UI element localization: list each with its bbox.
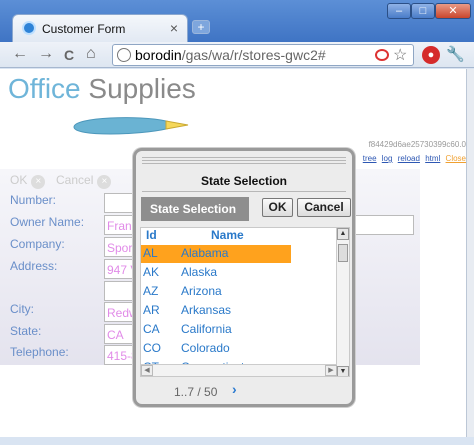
back-arrow-icon[interactable]: ← (12, 45, 28, 63)
table-row[interactable]: CA California (141, 321, 291, 339)
state-name: Alaska (181, 265, 218, 279)
dialog-ok-button[interactable]: OK (262, 198, 293, 217)
pager-text: 1..7 / 50 (174, 385, 218, 399)
state-name: Arizona (181, 284, 222, 298)
state-id: AK (143, 265, 160, 279)
state-name: Colorado (181, 341, 230, 355)
table-vertical-scrollbar[interactable]: ▲ ▼ (336, 228, 349, 376)
globe-icon (117, 48, 131, 62)
forward-arrow-icon[interactable]: → (38, 45, 54, 63)
telephone-label: Telephone: (10, 345, 69, 359)
tab-title: Customer Form (42, 22, 126, 36)
number-field[interactable] (104, 193, 136, 213)
scroll-right-icon[interactable]: ▶ (325, 365, 337, 376)
form-ok-button[interactable]: OK × (10, 173, 46, 189)
scroll-thumb[interactable] (338, 244, 348, 262)
page-scrollbar[interactable] (466, 69, 474, 437)
state-selection-dialog: State Selection State Selection OK Cance… (133, 148, 355, 407)
address-line2-field[interactable] (104, 281, 136, 301)
dialog-grip[interactable] (142, 157, 346, 158)
company-field[interactable]: Sport (104, 237, 136, 257)
dev-link-html[interactable]: html (425, 154, 440, 163)
bookmark-star-icon[interactable]: ☆ (393, 45, 407, 65)
extension-icon[interactable]: ● (422, 46, 440, 64)
dialog-grip-line (142, 160, 346, 161)
office-supplies-logo: Office Supplies (8, 73, 196, 104)
fountain-pen-icon (73, 117, 189, 135)
home-icon[interactable]: ⌂ (86, 45, 96, 63)
owner-name-field-2[interactable] (354, 215, 414, 235)
company-label: Company: (10, 237, 65, 251)
close-window-button[interactable]: ✕ (435, 3, 471, 19)
owner-name-field[interactable]: Frank (104, 215, 136, 235)
address-field[interactable]: 947 V (104, 259, 136, 279)
dialog-title: State Selection (200, 174, 288, 188)
state-label: State: (10, 324, 42, 338)
table-row[interactable]: AK Alaska (141, 264, 291, 282)
table-row[interactable]: AZ Arizona (141, 283, 291, 301)
table-row[interactable]: CO Colorado (141, 340, 291, 358)
table-row[interactable]: AR Arkansas (141, 302, 291, 320)
dev-link-log[interactable]: log (382, 154, 393, 163)
column-header-id[interactable]: Id (146, 228, 157, 243)
maximize-button[interactable]: □ (411, 3, 435, 19)
tab-close-icon[interactable]: × (170, 20, 178, 36)
dialog-cancel-button[interactable]: Cancel (297, 198, 351, 217)
scroll-down-icon[interactable]: ▼ (337, 366, 349, 376)
window-titlebar: Customer Form × + – □ ✕ (0, 0, 474, 42)
browser-toolbar: ← → C ⌂ borodin/gas/wa/r/stores-gwc2# ☆ … (0, 42, 474, 68)
browser-tab[interactable]: Customer Form × (12, 14, 188, 42)
dev-link-reload[interactable]: reload (398, 154, 420, 163)
owner-name-label: Owner Name: (10, 215, 85, 229)
table-row[interactable]: AL Alabama (141, 245, 291, 263)
state-id: AR (143, 303, 160, 317)
state-name: Alabama (181, 246, 229, 260)
new-tab-button[interactable]: + (192, 20, 210, 34)
state-name: Arkansas (181, 303, 232, 317)
column-header-name[interactable]: Name (211, 228, 244, 243)
feed-icon[interactable] (375, 49, 389, 61)
reload-icon[interactable]: C (64, 47, 74, 63)
dev-link-tree[interactable]: tree (363, 154, 377, 163)
scroll-up-icon[interactable]: ▲ (337, 228, 349, 240)
dialog-divider (142, 191, 346, 192)
wrench-icon[interactable]: 🔧 (446, 45, 465, 63)
scroll-left-icon[interactable]: ◀ (141, 365, 153, 376)
number-label: Number: (10, 193, 57, 207)
state-id: CA (143, 322, 160, 336)
state-field[interactable]: CA (104, 324, 136, 344)
dev-link-close[interactable]: Close (446, 154, 466, 163)
table-horizontal-scrollbar[interactable]: ◀ ▶ (141, 364, 337, 376)
city-label: City: (10, 302, 34, 316)
ok-x-icon: × (31, 175, 46, 189)
minimize-button[interactable]: – (387, 3, 411, 19)
telephone-field[interactable]: 415-8 (104, 345, 136, 365)
url-text: borodin/gas/wa/r/stores-gwc2# (135, 47, 326, 63)
dialog-grip-line (142, 163, 346, 164)
form-cancel-button[interactable]: Cancel × (56, 173, 112, 189)
build-hash: f84429d6ae25730399c60.0 (368, 140, 466, 149)
state-name: California (181, 322, 232, 336)
state-id: CO (143, 341, 161, 355)
state-id: AL (143, 246, 158, 260)
address-label: Address: (10, 259, 58, 273)
dialog-subtitle: State Selection (141, 197, 249, 221)
next-page-icon[interactable]: › (232, 381, 237, 397)
state-id: AZ (143, 284, 159, 298)
state-table: Id Name AL Alabama AK Alaska AZ Arizona … (140, 227, 350, 377)
dev-links: tree log reload html Close (360, 154, 466, 163)
city-field[interactable]: Redw (104, 302, 136, 322)
app-favicon-icon (22, 21, 36, 35)
address-bar[interactable]: borodin/gas/wa/r/stores-gwc2# ☆ (112, 44, 414, 66)
cancel-x-icon: × (97, 175, 112, 189)
